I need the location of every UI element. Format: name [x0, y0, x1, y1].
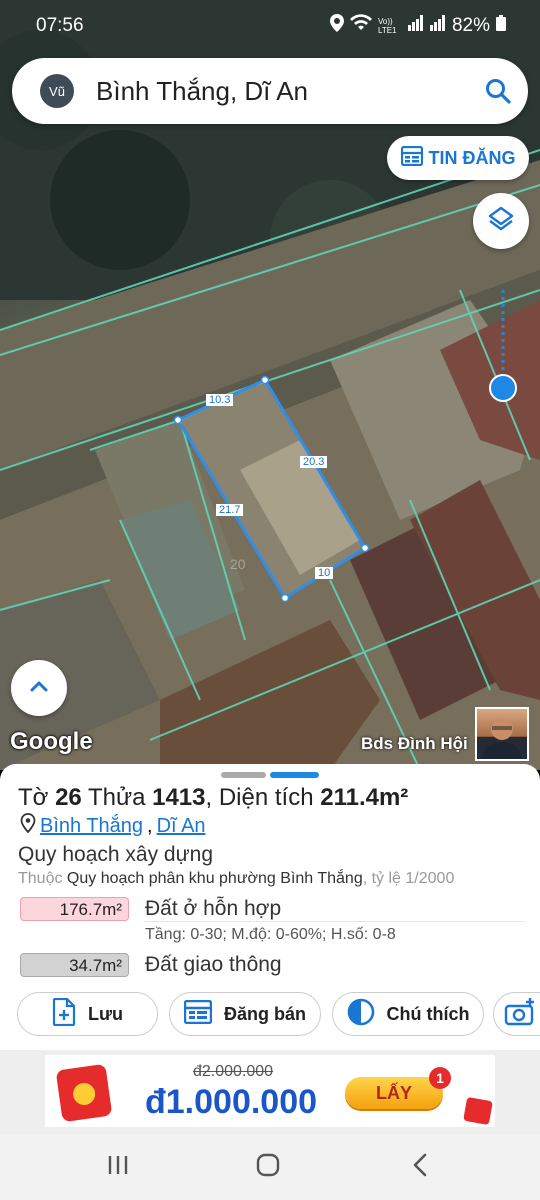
red-envelope-icon: [463, 1096, 493, 1126]
planning-title: Quy hoạch xây dựng: [18, 843, 214, 866]
zone-label: Đất ở hỗn hợp: [145, 897, 282, 920]
chevron-left-icon: [412, 1153, 428, 1182]
recent-apps-icon: [107, 1155, 129, 1180]
parcel-info-sheet[interactable]: Tờ 26 Thửa 1413, Diện tích 211.4m² Bình …: [0, 764, 540, 1050]
search-bar[interactable]: Vũ Bình Thắng, Dĩ An: [12, 58, 528, 124]
save-button[interactable]: Lưu: [17, 992, 158, 1036]
edge-length-label: 10.3: [206, 394, 234, 406]
expand-up-button[interactable]: [11, 660, 67, 716]
layers-icon: [487, 205, 515, 238]
status-time: 07:56: [36, 15, 84, 36]
action-buttons: Lưu Đăng bán Chú thích: [17, 992, 484, 1036]
zone-area-badge: 34.7m²: [20, 953, 129, 977]
recent-apps-button[interactable]: [98, 1152, 138, 1182]
sheet-handle[interactable]: [221, 772, 319, 778]
post-listing-label: TIN ĐĂNG: [428, 147, 516, 168]
edge-length-label: 10: [315, 567, 334, 579]
listing-icon: [183, 999, 213, 1029]
ad-badge: 1: [429, 1067, 451, 1089]
agent-name-label[interactable]: Bds Đình Hội: [361, 734, 468, 754]
status-bar: 07:56 Vo)) LTE1 82%: [0, 0, 540, 52]
zone-detail: Tầng: 0-30; M.độ: 0-60%; H.số: 0-8: [145, 926, 396, 943]
zone-area-badge: 176.7m²: [20, 897, 129, 921]
zone-divider: [145, 921, 525, 922]
edge-length-label: 20.3: [300, 456, 328, 468]
signal-icon: [407, 15, 424, 37]
search-icon[interactable]: [468, 78, 528, 104]
chevron-up-icon: [29, 679, 49, 698]
red-envelope-icon: [55, 1063, 113, 1123]
ad-old-price: đ2.000.000: [193, 1063, 274, 1080]
agent-avatar[interactable]: [475, 707, 529, 761]
ward-link[interactable]: Bình Thắng: [40, 815, 143, 838]
listing-icon: [400, 145, 423, 171]
google-attribution: Google: [10, 728, 93, 755]
battery-icon: [496, 15, 506, 37]
parcel-number-watermark: 20: [230, 556, 246, 572]
status-icons: Vo)) LTE1 82%: [329, 14, 506, 38]
home-icon: [256, 1153, 280, 1182]
location-icon: [329, 14, 344, 38]
pin-icon: [20, 813, 36, 839]
layers-button[interactable]: [473, 193, 529, 249]
signal-icon: [429, 15, 446, 37]
zone-label: Đất giao thông: [145, 953, 282, 976]
contrast-icon: [347, 998, 375, 1031]
ad-new-price: đ1.000.000: [145, 1083, 318, 1121]
battery-percent: 82%: [451, 15, 490, 36]
parcel-location: Bình Thắng, Dĩ An: [20, 813, 206, 839]
city-link[interactable]: Dĩ An: [157, 815, 206, 838]
wifi-icon: [349, 14, 372, 38]
ad-banner[interactable]: đ2.000.000 đ1.000.000 LẤY 1: [45, 1055, 495, 1127]
system-nav-bar: [0, 1134, 540, 1200]
avatar[interactable]: Vũ: [40, 74, 74, 108]
edge-length-label: 21.7: [216, 504, 244, 516]
back-button[interactable]: [400, 1152, 440, 1182]
camera-button[interactable]: [493, 992, 540, 1036]
parcel-title: Tờ 26 Thửa 1413, Diện tích 211.4m²: [18, 784, 409, 811]
zone-row[interactable]: 34.7m² Đất giao thông: [20, 953, 282, 977]
search-location-title[interactable]: Bình Thắng, Dĩ An: [96, 76, 468, 107]
home-button[interactable]: [248, 1152, 288, 1182]
app-screen: 10.3 20.3 21.7 10 20 07:56 Vo)) LTE1 82%: [0, 0, 540, 1200]
ad-area: đ2.000.000 đ1.000.000 LẤY 1: [0, 1050, 540, 1134]
add-file-icon: [52, 997, 76, 1031]
planning-subtitle: Thuộc Quy hoạch phân khu phường Bình Thắ…: [18, 870, 455, 887]
sell-button[interactable]: Đăng bán: [169, 992, 321, 1036]
ad-claim-button[interactable]: LẤY: [345, 1077, 443, 1109]
add-photo-icon: [504, 997, 536, 1031]
volte-label: Vo)) LTE1: [377, 17, 397, 35]
zone-row[interactable]: 176.7m² Đất ở hỗn hợp: [20, 897, 281, 921]
plan-name[interactable]: Quy hoạch phân khu phường Bình Thắng: [67, 870, 363, 887]
post-listing-button[interactable]: TIN ĐĂNG: [387, 136, 529, 180]
legend-button[interactable]: Chú thích: [332, 992, 484, 1036]
